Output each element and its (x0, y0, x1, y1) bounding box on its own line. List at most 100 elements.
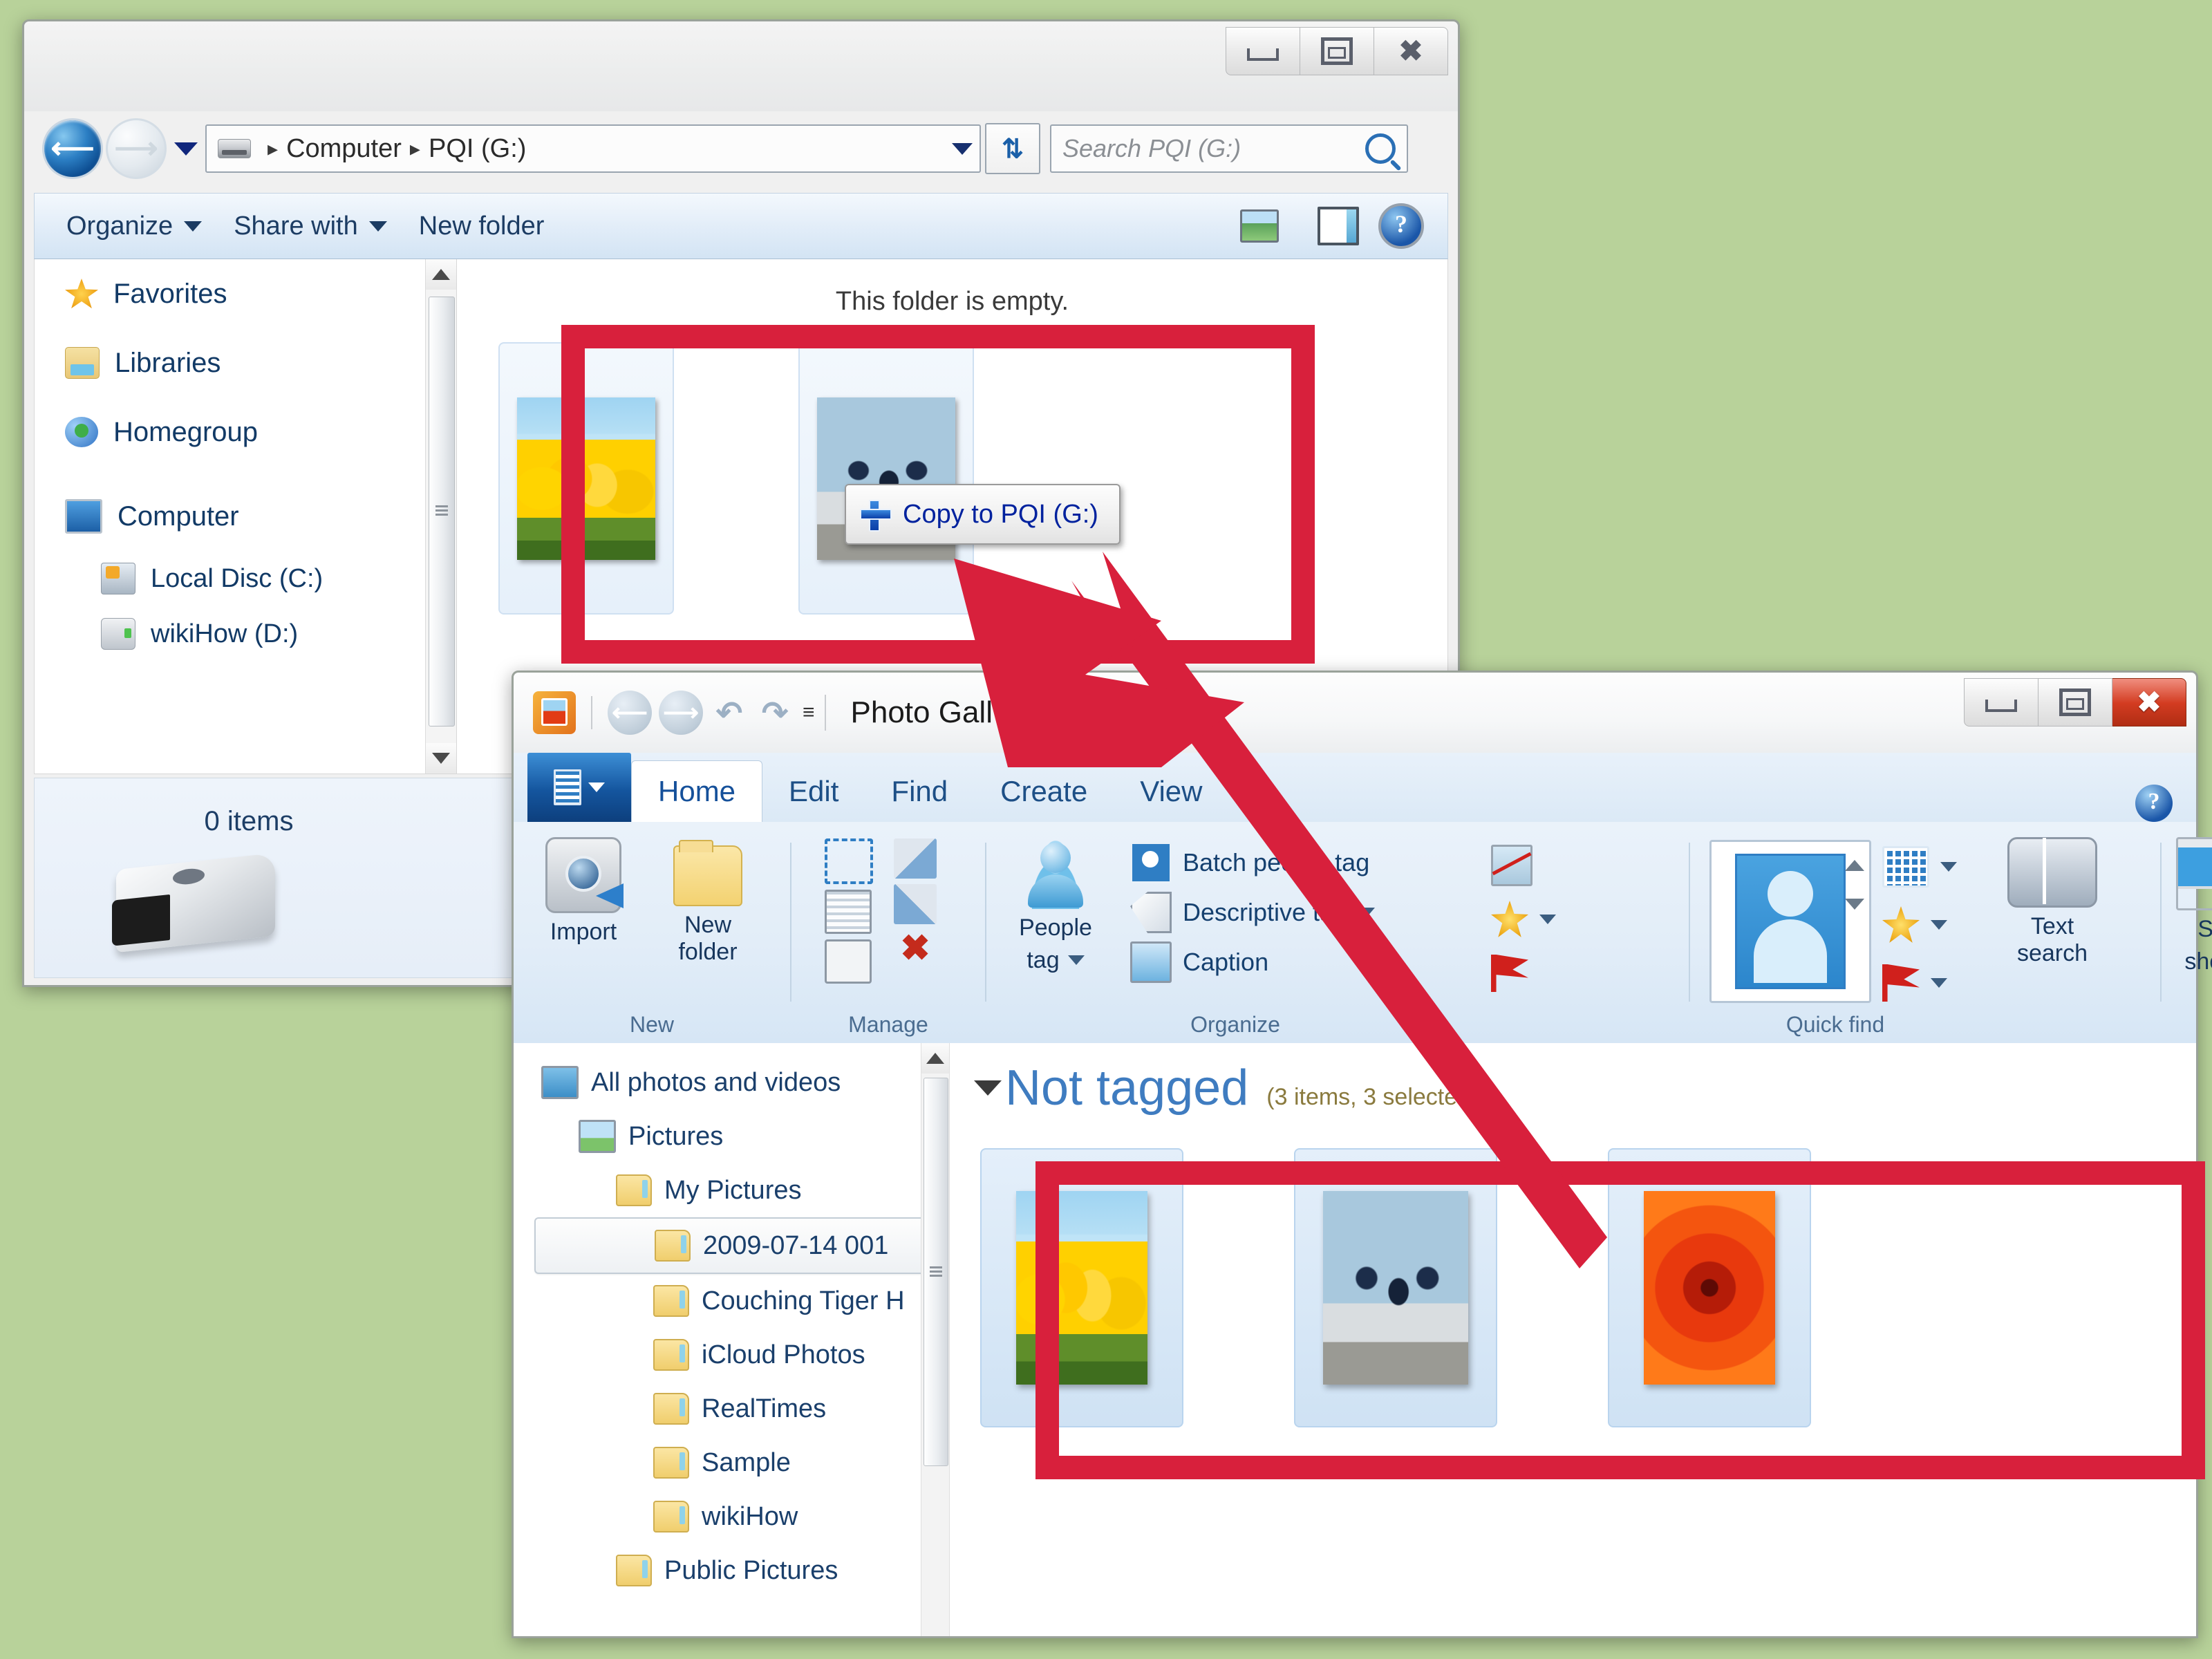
tree-item-sample[interactable]: Sample (534, 1436, 949, 1490)
help-icon[interactable]: ? (1378, 203, 1424, 249)
sidebar-item-computer[interactable]: Computer (35, 482, 456, 551)
sidebar-item-favorites[interactable]: Favorites (35, 259, 456, 328)
address-dropdown-icon[interactable] (952, 142, 973, 155)
quickfind-flag-button[interactable] (1882, 963, 1957, 1003)
layout-pane-icon[interactable] (1318, 207, 1359, 245)
search-box[interactable]: Search PQI (G:) (1050, 124, 1408, 173)
history-dropdown-button[interactable] (172, 142, 200, 156)
tree-item-couching-tiger-h[interactable]: Couching Tiger H (534, 1274, 949, 1328)
sidebar-item-label: Libraries (115, 347, 221, 378)
slide-show-button[interactable]: Slide show (2162, 837, 2212, 975)
drive-icon (101, 618, 135, 650)
rotate-left-icon[interactable] (894, 838, 937, 879)
batch-people-tag-label: Batch people tag (1183, 848, 1370, 877)
chevron-down-icon[interactable] (1931, 978, 1947, 988)
chevron-down-icon[interactable] (1931, 920, 1947, 930)
sidebar-item-wikihow-d[interactable]: wikiHow (D:) (35, 606, 456, 662)
undo-button[interactable]: ↶ (710, 691, 749, 735)
gallery-forward-button[interactable]: ⟶ (659, 691, 703, 735)
back-button[interactable]: ⟵ (42, 118, 103, 179)
scroll-up-button[interactable] (426, 259, 456, 290)
date-grid-button[interactable] (1882, 846, 1957, 888)
tab-find[interactable]: Find (865, 761, 974, 822)
sidebar-item-label: Homegroup (113, 416, 259, 447)
scroll-up-button[interactable] (921, 1043, 949, 1074)
scrollbar-thumb[interactable] (924, 1078, 948, 1466)
address-bar[interactable]: ▸ Computer ▸ PQI (G:) (205, 124, 981, 173)
sidebar-item-libraries[interactable]: Libraries (35, 328, 456, 397)
text-search-button[interactable]: Text search (1983, 837, 2121, 967)
chevron-down-icon[interactable] (1358, 908, 1376, 917)
chevron-down-icon[interactable] (1539, 915, 1556, 924)
quickfind-star-button[interactable] (1882, 905, 1957, 945)
people-preview-icon[interactable] (1709, 840, 1871, 1003)
copy-icon[interactable] (825, 890, 872, 934)
file-menu-icon (554, 769, 581, 805)
group-header-not-tagged[interactable]: Not tagged (3 items, 3 selected) (974, 1060, 1478, 1116)
text-search-label-line2: search (2016, 939, 2088, 966)
rating-star-button[interactable] (1491, 899, 1556, 939)
search-input[interactable]: Search PQI (G:) (1062, 134, 1241, 163)
gallery-maximize-button[interactable] (2038, 678, 2112, 727)
chevron-down-icon[interactable] (1940, 862, 1957, 872)
new-folder-button[interactable]: New folder (419, 212, 545, 241)
tree-item-realtimes[interactable]: RealTimes (534, 1382, 949, 1436)
paste-icon[interactable] (825, 939, 872, 984)
collapse-triangle-icon[interactable] (974, 1080, 1002, 1096)
tab-view[interactable]: View (1114, 761, 1228, 822)
breadcrumb-pqi-drive[interactable]: PQI (G:) (429, 134, 526, 164)
plus-icon (860, 500, 892, 532)
explorer-maximize-button[interactable] (1300, 27, 1374, 75)
tree-item-label: My Pictures (664, 1175, 802, 1205)
chevron-down-icon[interactable] (1067, 955, 1085, 966)
tree-item-all-photos-and-videos[interactable]: All photos and videos (534, 1056, 949, 1109)
delete-x-icon[interactable]: ✖ (894, 930, 937, 970)
share-with-button[interactable]: Share with (234, 212, 387, 241)
people-tag-button[interactable]: People tag (993, 837, 1118, 974)
sidebar-item-homegroup[interactable]: Homegroup (35, 397, 456, 467)
batch-people-tag-button[interactable]: Batch people tag (1130, 842, 1375, 883)
gallery-minimize-button[interactable] (1964, 678, 2038, 727)
people-preview-stepper[interactable] (1839, 860, 1871, 910)
no-geotag-button[interactable] (1491, 845, 1556, 886)
tab-edit[interactable]: Edit (762, 761, 865, 822)
help-icon[interactable]: ? (2135, 785, 2173, 822)
tree-item-icloud-photos[interactable]: iCloud Photos (534, 1328, 949, 1382)
breadcrumb-computer[interactable]: Computer (286, 134, 402, 164)
new-folder-label: New folder (418, 211, 545, 241)
redo-button[interactable]: ↷ (756, 691, 794, 735)
scrollbar-thumb[interactable] (429, 297, 455, 727)
redo-icon: ↷ (761, 695, 789, 731)
tree-item-2009-07-14-001[interactable]: 2009-07-14 001 (534, 1217, 928, 1274)
tree-item-wikihow[interactable]: wikiHow (534, 1490, 949, 1544)
new-folder-button[interactable]: New folder (649, 837, 767, 966)
explorer-minimize-button[interactable] (1226, 27, 1300, 75)
customize-quick-access-button[interactable]: ≡ (803, 701, 815, 724)
tab-create[interactable]: Create (974, 761, 1114, 822)
explorer-close-button[interactable]: ✖ (1374, 27, 1448, 75)
file-menu-button[interactable] (527, 753, 631, 822)
import-button[interactable]: Import (525, 837, 642, 946)
select-all-icon[interactable] (825, 838, 873, 884)
tab-home[interactable]: Home (631, 760, 763, 822)
refresh-icon: ⇅ (1002, 134, 1024, 164)
tree-item-pictures[interactable]: Pictures (534, 1109, 949, 1163)
rotate-right-icon[interactable] (894, 884, 937, 924)
tree-item-public-pictures[interactable]: Public Pictures (534, 1544, 949, 1597)
flag-icon (1882, 964, 1920, 1002)
tree-item-my-pictures[interactable]: My Pictures (534, 1163, 949, 1217)
descriptive-tag-button[interactable]: Descriptive tag (1130, 892, 1376, 933)
navigation-scrollbar[interactable] (425, 259, 456, 774)
star-icon (1882, 906, 1920, 943)
sidebar-item-local-disc-c[interactable]: Local Disc (C:) (35, 551, 456, 606)
forward-button[interactable]: ⟶ (106, 118, 167, 179)
gallery-close-button[interactable]: ✖ (2112, 678, 2186, 727)
gallery-nav-scrollbar[interactable] (921, 1043, 949, 1636)
flag-button[interactable] (1491, 953, 1556, 993)
gallery-back-button[interactable]: ⟵ (608, 691, 652, 735)
scroll-down-button[interactable] (426, 743, 456, 774)
organize-button[interactable]: Organize (66, 212, 203, 241)
refresh-button[interactable]: ⇅ (985, 123, 1040, 174)
preview-pane-icon[interactable] (1240, 209, 1279, 243)
caption-button[interactable]: Caption (1130, 941, 1375, 983)
